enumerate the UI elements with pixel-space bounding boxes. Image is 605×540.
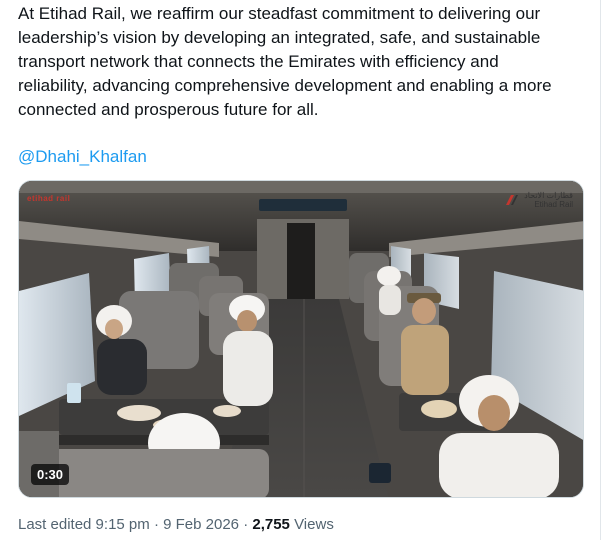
video-duration-badge: 0:30 <box>31 464 70 485</box>
meta-separator: · <box>153 516 159 533</box>
views-label: Views <box>294 516 334 533</box>
video-frame <box>19 181 583 497</box>
mention-link[interactable]: @Dhahi_Khalfan <box>18 145 147 169</box>
etihad-rail-logo: قطارات الاتحاد Etihad Rail <box>504 191 573 209</box>
timeline-divider <box>600 0 601 540</box>
post-date[interactable]: 9 Feb 2026 <box>163 516 239 533</box>
edited-time[interactable]: Last edited 9:15 pm <box>18 516 150 533</box>
views-count: 2,755 <box>252 516 290 533</box>
brand-arabic: قطارات الاتحاد <box>524 191 573 200</box>
etihad-rail-logo-icon <box>506 195 519 205</box>
brand-english: Etihad Rail <box>534 200 573 209</box>
tweet-meta: Last edited 9:15 pm · 9 Feb 2026 · 2,755… <box>18 515 334 535</box>
etihad-rail-wordmark: etihad rail <box>27 194 71 203</box>
tweet-text: At Etihad Rail, we reaffirm our steadfas… <box>18 4 552 119</box>
video-player[interactable]: etihad rail قطارات الاتحاد Etihad Rail 0… <box>18 180 584 498</box>
meta-separator: · <box>243 516 249 533</box>
